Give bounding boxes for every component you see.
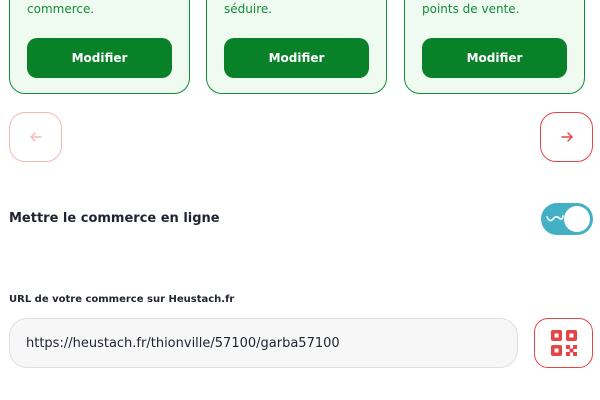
- card-description: points de vente.: [422, 2, 520, 16]
- card-seduire: séduire. Modifier: [206, 0, 387, 94]
- wave-icon: [546, 215, 564, 222]
- carousel-next-button[interactable]: [540, 112, 593, 162]
- online-toggle[interactable]: [541, 203, 593, 235]
- card-points-de-vente: points de vente. Modifier: [404, 0, 585, 94]
- arrow-right-icon: [560, 132, 573, 142]
- qr-code-icon: [550, 330, 577, 356]
- modify-button[interactable]: Modifier: [224, 38, 369, 78]
- arrow-left-icon: [29, 132, 42, 142]
- card-commerce: commerce. Modifier: [9, 0, 190, 94]
- commerce-url-input[interactable]: [9, 318, 518, 368]
- card-description: séduire.: [224, 2, 273, 16]
- modify-button[interactable]: Modifier: [422, 38, 567, 78]
- online-toggle-label: Mettre le commerce en ligne: [9, 211, 220, 226]
- carousel-prev-button[interactable]: [9, 112, 62, 162]
- modify-button[interactable]: Modifier: [27, 38, 172, 78]
- card-description: commerce.: [27, 2, 95, 16]
- qr-code-button[interactable]: [534, 318, 593, 368]
- toggle-knob: [564, 206, 590, 232]
- url-field-label: URL de votre commerce sur Heustach.fr: [9, 294, 235, 305]
